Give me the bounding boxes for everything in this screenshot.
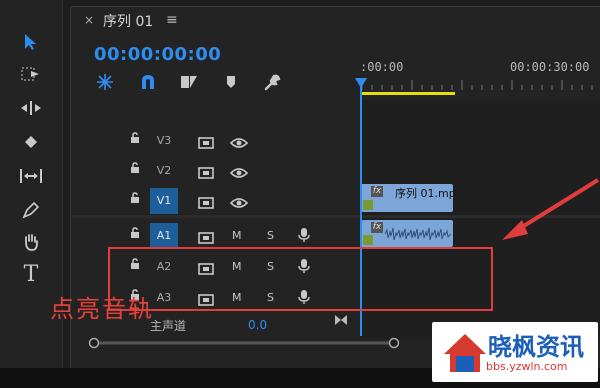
toggle-sync-lock-icon[interactable] <box>198 194 214 213</box>
toggle-track-output-eye-icon[interactable] <box>229 134 249 153</box>
ruler-label-start: :00:00 <box>360 60 404 74</box>
pen-tool-icon[interactable] <box>14 196 48 224</box>
track-target-label[interactable]: V1 <box>150 188 178 214</box>
audio-waveform <box>385 227 451 241</box>
toggle-track-output-eye-icon[interactable] <box>229 164 249 183</box>
razor-tool-icon[interactable] <box>14 128 48 156</box>
tab-close-icon[interactable]: × <box>84 13 94 27</box>
time-ruler[interactable] <box>360 80 600 90</box>
video-clip[interactable]: fx 序列 01.mp <box>361 184 456 212</box>
track-target-label[interactable]: V3 <box>150 128 178 154</box>
track-lock-icon[interactable] <box>130 162 140 177</box>
toggle-track-output-eye-icon[interactable] <box>229 194 249 213</box>
solo-track-button[interactable]: S <box>267 229 274 242</box>
tools-panel: T <box>0 0 63 388</box>
track-header-v1: V1 <box>72 186 360 216</box>
annotation-arrow <box>502 178 600 240</box>
snap-sequence-icon[interactable] <box>93 72 117 92</box>
track-select-tool-icon[interactable] <box>14 60 48 88</box>
playhead-handle[interactable] <box>355 78 367 88</box>
toggle-sync-lock-icon[interactable] <box>198 134 214 153</box>
track-header-v3: V3 <box>72 126 360 156</box>
track-lock-icon[interactable] <box>130 227 140 242</box>
hand-tool-icon[interactable] <box>14 228 48 256</box>
snap-magnet-icon[interactable] <box>136 72 160 92</box>
selection-tool-icon[interactable] <box>14 28 48 56</box>
voice-over-record-mic-icon[interactable] <box>298 227 310 247</box>
toggle-sync-lock-icon[interactable] <box>198 229 214 248</box>
work-area-bar[interactable] <box>361 92 455 95</box>
playhead-timecode[interactable]: 00:00:00:00 <box>94 44 221 65</box>
ruler-label-30s: 00:00:30:00 <box>510 60 590 74</box>
clip-color-chip <box>363 200 373 210</box>
audio-clip[interactable]: fx <box>361 220 453 247</box>
track-target-label[interactable]: A1 <box>150 223 178 249</box>
master-track-label: 主声道 <box>150 319 187 333</box>
slip-tool-icon[interactable] <box>14 162 48 190</box>
audio-clip-color-chip <box>363 235 373 245</box>
track-lock-icon[interactable] <box>130 132 140 147</box>
watermark-url: bbs.yzwln.com <box>486 360 568 373</box>
track-target-label[interactable]: V2 <box>150 158 178 184</box>
watermark-name: 晓枫资讯 <box>488 333 584 361</box>
toggle-sync-lock-icon[interactable] <box>198 164 214 183</box>
tab-sequence-title[interactable]: 序列 01 <box>103 11 153 31</box>
timeline-settings-wrench-icon[interactable] <box>260 72 284 92</box>
annotation-text: 点亮音轨 <box>50 295 154 323</box>
annotation-highlight-box <box>108 247 493 311</box>
add-marker-icon[interactable] <box>219 72 243 92</box>
mute-track-button[interactable]: M <box>232 229 242 242</box>
master-keyframe-icon[interactable] <box>334 314 348 329</box>
watermark-house-icon <box>444 334 486 372</box>
master-volume-value[interactable]: 0.0 <box>248 318 267 332</box>
video-clip-name: 序列 01.mp <box>395 187 456 200</box>
ripple-edit-tool-icon[interactable] <box>14 94 48 122</box>
track-header-v2: V2 <box>72 156 360 186</box>
track-lock-icon[interactable] <box>130 192 140 207</box>
panel-menu-icon[interactable]: ≡ <box>166 12 178 28</box>
audio-clip-fx-badge: fx <box>371 222 383 233</box>
type-tool-icon[interactable]: T <box>14 260 48 288</box>
linked-selection-icon[interactable] <box>177 72 201 92</box>
timeline-zoom-scrollbar[interactable] <box>88 337 408 349</box>
clip-fx-badge: fx <box>371 186 383 197</box>
